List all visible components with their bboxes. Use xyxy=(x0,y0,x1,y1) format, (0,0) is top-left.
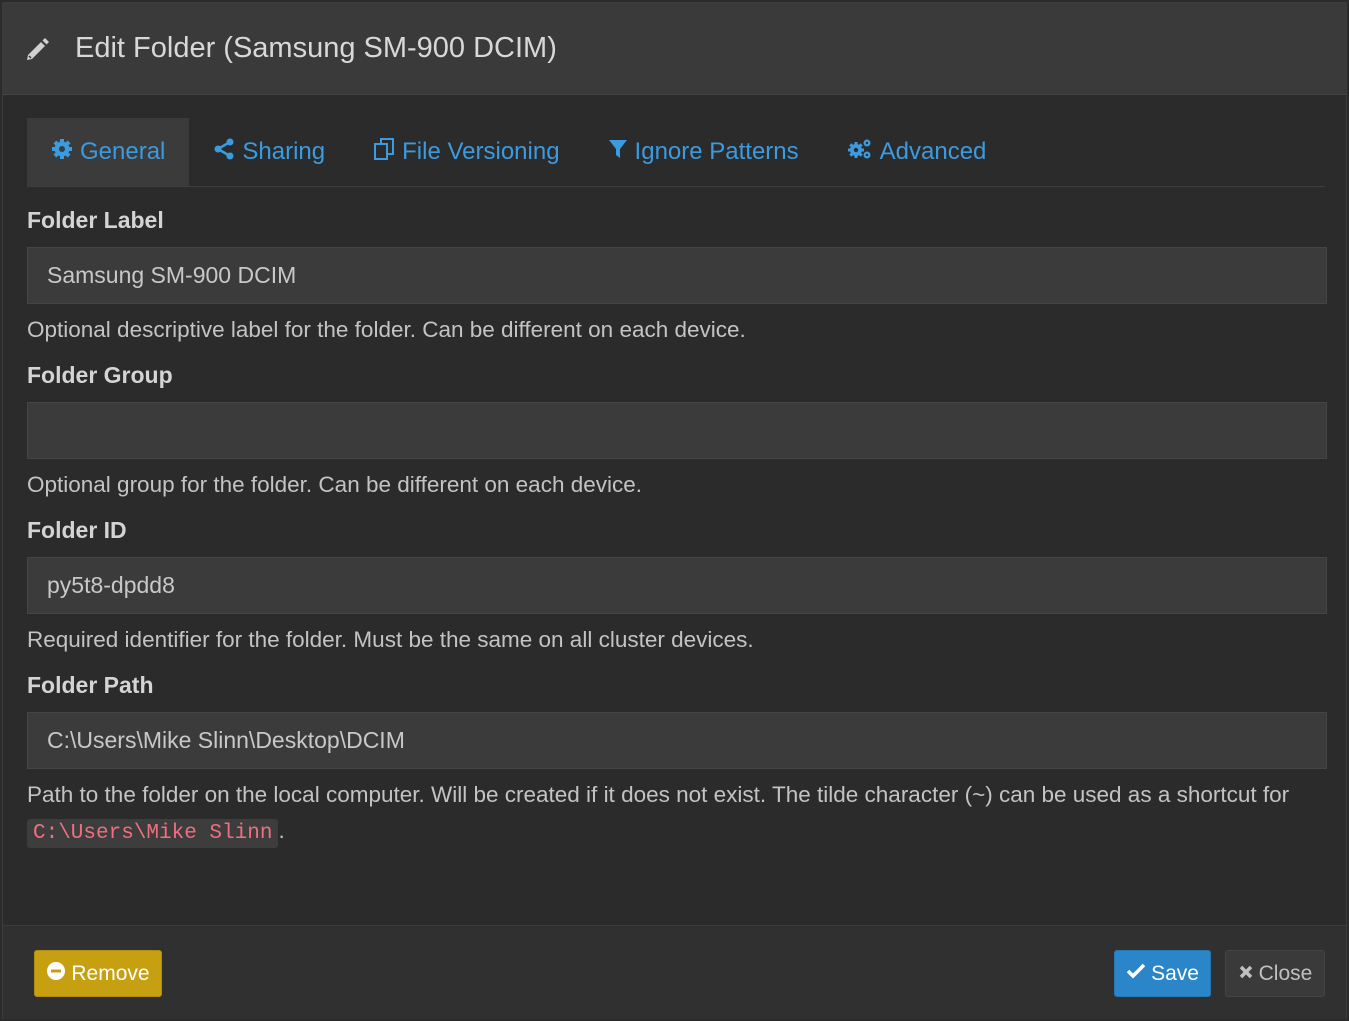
tab-label: Advanced xyxy=(879,138,987,165)
tab-advanced[interactable]: Advanced xyxy=(823,118,1011,186)
share-icon xyxy=(213,138,242,167)
minus-circle-icon xyxy=(46,961,71,987)
pencil-icon xyxy=(25,35,53,63)
tab-ignore-patterns[interactable]: Ignore Patterns xyxy=(584,118,823,186)
gear-icon xyxy=(51,138,80,167)
close-label: Close xyxy=(1258,961,1313,985)
folder-group-group: Folder Group Optional group for the fold… xyxy=(27,361,1327,503)
folder-group-help: Optional group for the folder. Can be di… xyxy=(27,472,642,497)
remove-button[interactable]: Remove xyxy=(34,950,162,997)
folder-path-help: Path to the folder on the local computer… xyxy=(27,777,1327,852)
folder-id-input[interactable]: py5t8-dpdd8 xyxy=(27,557,1327,614)
check-icon xyxy=(1126,962,1151,986)
close-button[interactable]: Close xyxy=(1225,950,1325,997)
tab-sharing[interactable]: Sharing xyxy=(189,118,349,186)
save-label: Save xyxy=(1151,961,1199,985)
tab-label: Ignore Patterns xyxy=(634,138,799,165)
folder-path-input[interactable]: C:\Users\Mike Slinn\Desktop\DCIM xyxy=(27,712,1327,769)
folder-label-group: Folder Label Samsung SM-900 DCIM Optiona… xyxy=(27,206,1327,348)
folder-id-title: Folder ID xyxy=(27,517,127,543)
remove-label: Remove xyxy=(71,961,150,985)
folder-path-help-suffix: . xyxy=(278,818,285,843)
filter-icon xyxy=(608,138,635,167)
folder-label-input[interactable]: Samsung SM-900 DCIM xyxy=(27,247,1327,304)
general-form: Folder Label Samsung SM-900 DCIM Optiona… xyxy=(27,193,1327,852)
folder-id-help: Required identifier for the folder. Must… xyxy=(27,627,754,652)
save-button[interactable]: Save xyxy=(1114,950,1211,997)
edit-folder-dialog: Edit Folder (Samsung SM-900 DCIM) Genera… xyxy=(2,2,1347,1019)
folder-label-title: Folder Label xyxy=(27,207,164,233)
tab-label: File Versioning xyxy=(402,138,560,165)
tab-bar: General Sharing File Versioning Ignore P… xyxy=(27,118,1325,187)
tab-general[interactable]: General xyxy=(27,118,190,186)
folder-id-group: Folder ID py5t8-dpdd8 Required identifie… xyxy=(27,516,1327,658)
dialog-footer: Remove Save Close xyxy=(3,925,1346,1019)
folder-path-group: Folder Path C:\Users\Mike Slinn\Desktop\… xyxy=(27,671,1327,852)
copy-icon xyxy=(373,137,402,168)
tab-label: General xyxy=(80,138,166,165)
tab-label: Sharing xyxy=(242,138,326,165)
home-path-code: C:\Users\Mike Slinn xyxy=(27,819,279,848)
close-icon xyxy=(1238,962,1259,986)
tab-file-versioning[interactable]: File Versioning xyxy=(349,118,583,186)
dialog-title: Edit Folder (Samsung SM-900 DCIM) xyxy=(75,32,557,64)
folder-group-input[interactable] xyxy=(27,402,1327,459)
folder-label-help: Optional descriptive label for the folde… xyxy=(27,317,746,342)
folder-path-help-text: Path to the folder on the local computer… xyxy=(27,782,1290,807)
dialog-header: Edit Folder (Samsung SM-900 DCIM) xyxy=(3,3,1346,95)
folder-path-title: Folder Path xyxy=(27,672,154,698)
gears-icon xyxy=(847,137,880,168)
folder-group-title: Folder Group xyxy=(27,362,173,388)
